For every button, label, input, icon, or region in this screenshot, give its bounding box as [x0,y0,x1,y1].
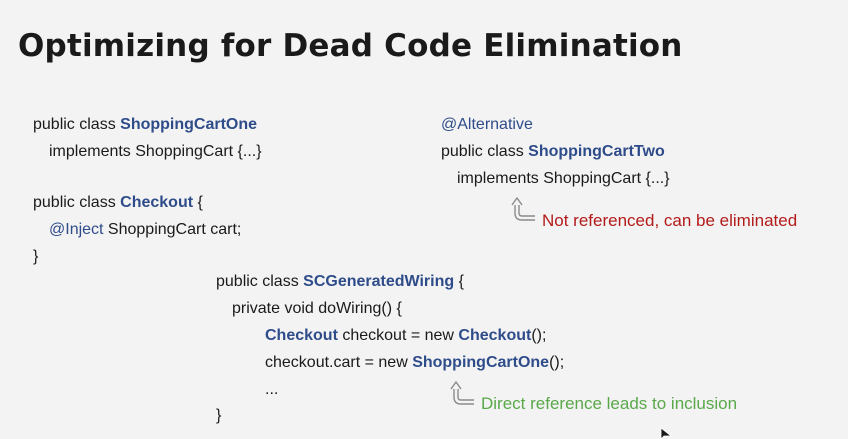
code-text: { [454,273,464,290]
code-line: Checkout checkout = new Checkout(); [265,326,546,346]
code-line: public class Checkout { [33,193,203,213]
class-name: SCGeneratedWiring [303,273,455,290]
code-text: ShoppingCart cart; [103,221,242,238]
code-text: } [216,407,222,424]
code-keyword: public class [33,194,121,211]
class-name: Checkout [120,194,194,211]
code-text: checkout = new [337,327,459,344]
class-name: Checkout [458,327,532,344]
code-line: implements ShoppingCart {...} [457,169,670,189]
code-keyword: public class [441,143,529,160]
not-referenced-note: Not referenced, can be eliminated [542,211,798,230]
mouse-pointer-icon [660,428,672,439]
code-text: checkout.cart = new [265,354,413,371]
class-name: ShoppingCartOne [120,116,258,133]
code-line: } [33,247,38,267]
code-text: ... [265,381,279,398]
direct-reference-note: Direct reference leads to inclusion [481,394,738,413]
code-text: implements ShoppingCart {...} [49,143,262,160]
code-text: } [33,248,39,265]
code-line: checkout.cart = new ShoppingCartOne(); [265,353,564,373]
code-line: implements ShoppingCart {...} [49,142,262,162]
curved-up-arrow-icon [511,197,535,221]
slide-title: Optimizing for Dead Code Elimination [18,28,683,64]
code-line: public class SCGeneratedWiring { [216,272,464,292]
class-name: ShoppingCartOne [412,354,550,371]
code-line: public class ShoppingCartTwo [441,142,665,162]
code-annotation: @Inject [49,221,104,238]
code-text: (); [531,327,547,344]
code-line: private void doWiring() { [232,299,402,319]
code-line: ... [265,380,278,400]
class-name: ShoppingCartTwo [528,143,665,160]
code-text: (); [549,354,565,371]
code-text: private void doWiring() { [232,300,402,317]
code-line: @Inject ShoppingCart cart; [49,220,241,240]
code-line: public class ShoppingCartOne [33,115,257,135]
code-keyword: public class [33,116,121,133]
code-keyword: public class [216,273,304,290]
class-name: Checkout [265,327,338,344]
code-annotation: @Alternative [441,116,533,133]
code-text: implements ShoppingCart {...} [457,170,670,187]
code-line: } [216,406,221,426]
code-line: @Alternative [441,115,533,135]
code-text: { [193,194,203,211]
curved-up-arrow-icon [450,381,474,405]
